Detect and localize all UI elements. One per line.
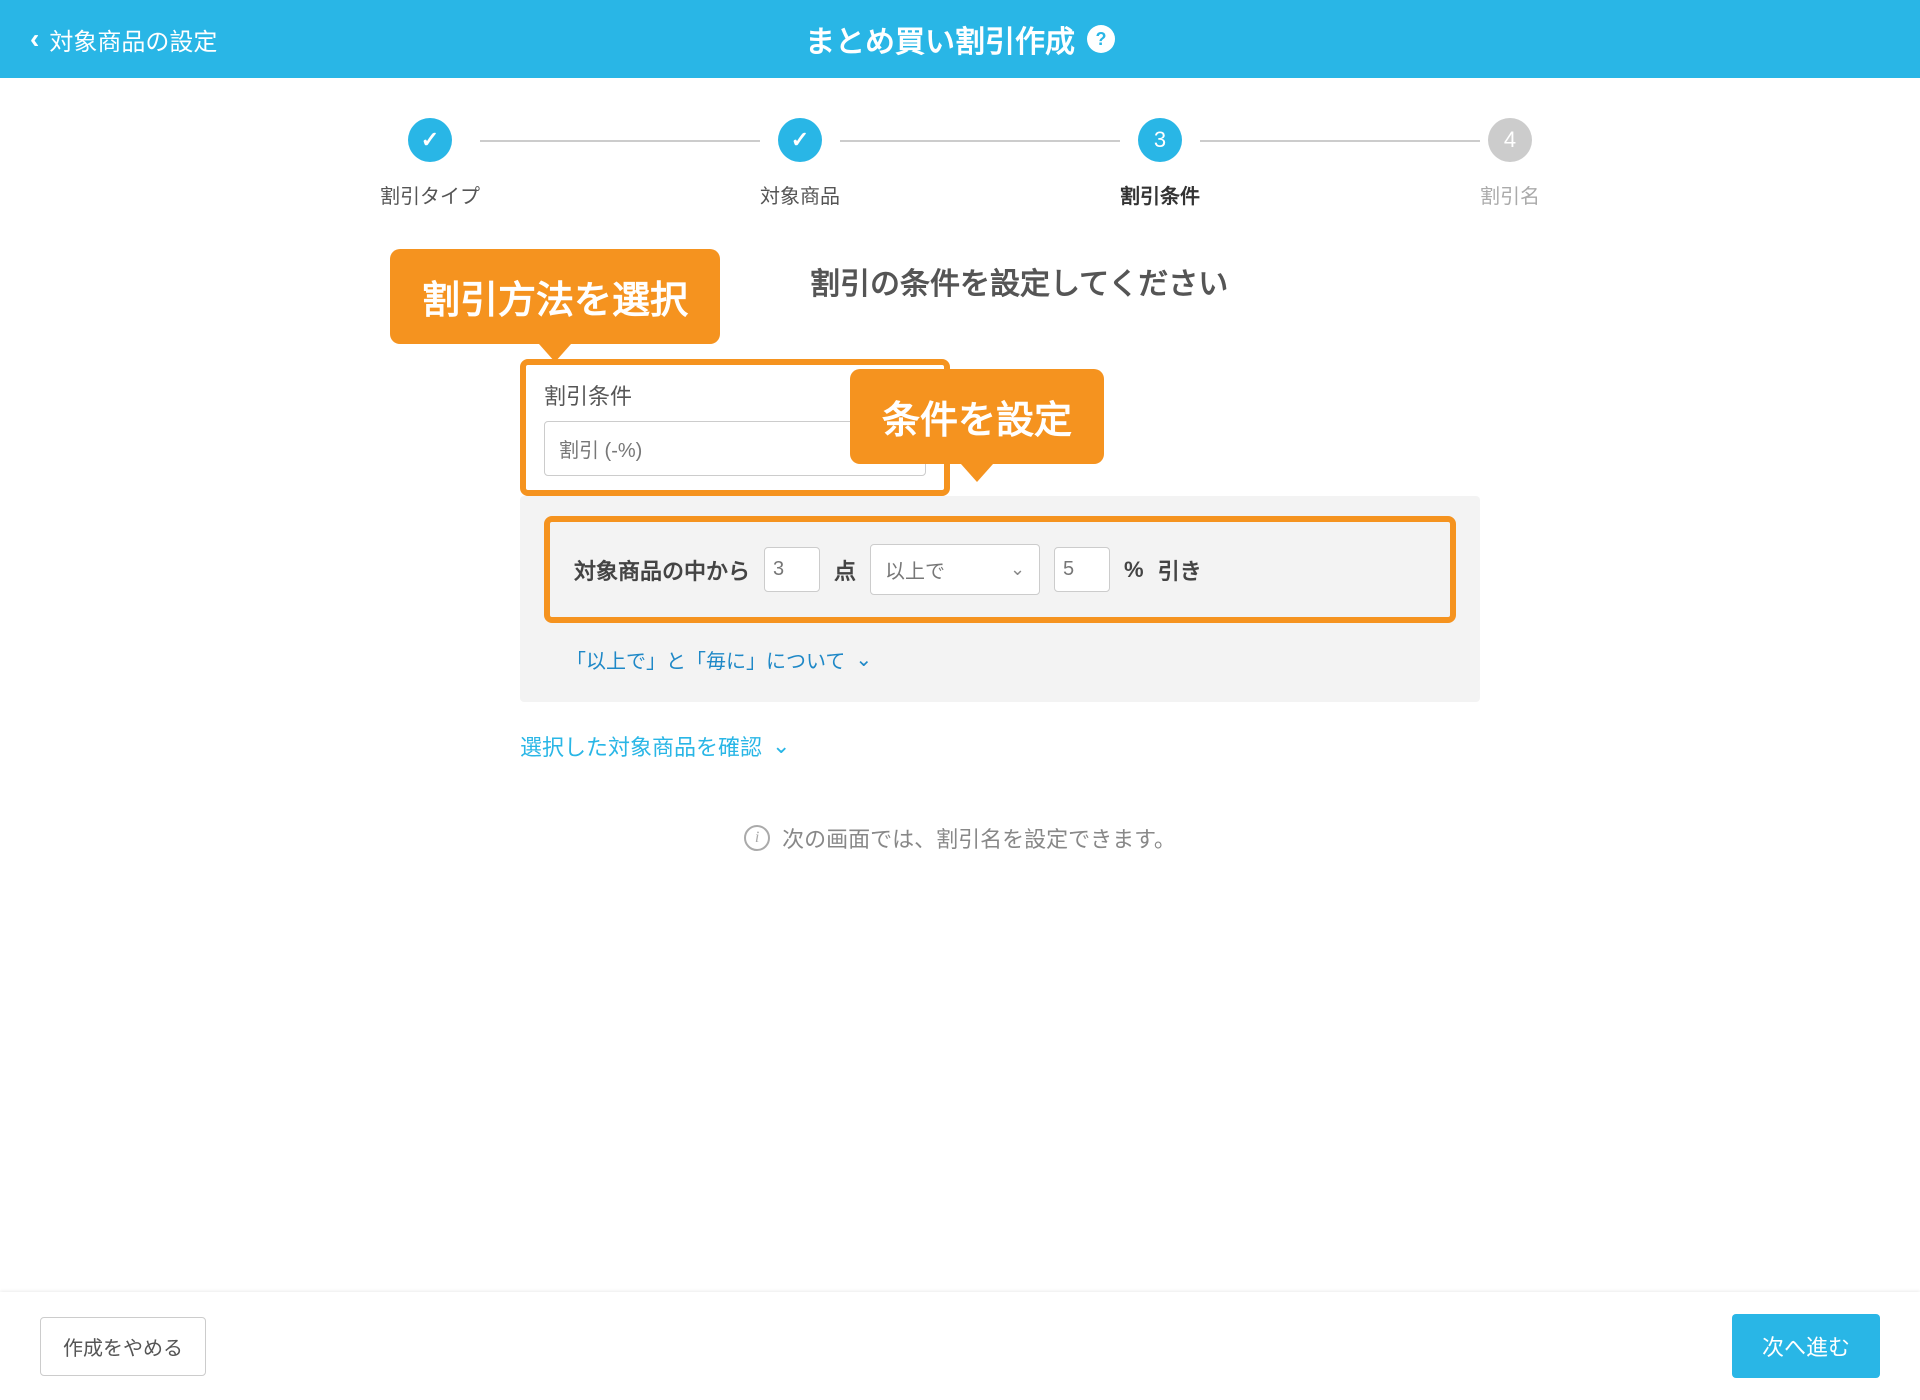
- step-number-icon: 3: [1138, 118, 1182, 162]
- app-header: ‹ 対象商品の設定 まとめ買い割引作成 ?: [0, 0, 1920, 78]
- chevron-down-icon: ⌄: [855, 647, 872, 672]
- select-value: 割引 (-%): [559, 434, 642, 463]
- qty-unit: 点: [834, 554, 856, 586]
- step-number-icon: 4: [1488, 118, 1532, 162]
- info-text: 次の画面では、割引名を設定できます。: [782, 822, 1176, 854]
- step-2: 対象商品: [760, 118, 840, 209]
- condition-panel: 対象商品の中から 点 以上で ⌄ % 引き 「以上で」と「毎に」について ⌄: [520, 496, 1480, 702]
- step-2-label: 対象商品: [760, 180, 840, 209]
- cancel-button[interactable]: 作成をやめる: [40, 1317, 206, 1376]
- pct-unit: %: [1124, 557, 1144, 583]
- check-selected-products-link[interactable]: 選択した対象商品を確認 ⌄: [520, 730, 790, 762]
- quantity-input[interactable]: [764, 547, 820, 592]
- step-1-label: 割引タイプ: [380, 180, 480, 209]
- condition-prefix: 対象商品の中から: [574, 554, 750, 586]
- select-value: 以上で: [885, 555, 945, 584]
- pointer-down-icon: [539, 344, 571, 362]
- step-1: 割引タイプ: [380, 118, 480, 209]
- condition-suffix: 引き: [1158, 554, 1202, 586]
- step-connector: [480, 140, 760, 142]
- help-icon[interactable]: ?: [1087, 25, 1115, 53]
- page-title-text: まとめ買い割引作成: [805, 17, 1075, 61]
- footer-bar: 作成をやめる 次へ進む: [0, 1292, 1920, 1400]
- step-4-label: 割引名: [1480, 180, 1540, 209]
- pointer-down-icon: [961, 464, 993, 482]
- step-connector: [1200, 140, 1480, 142]
- check-icon: [408, 118, 452, 162]
- step-3: 3 割引条件: [1120, 118, 1200, 209]
- back-label: 対象商品の設定: [49, 22, 217, 57]
- back-button[interactable]: ‹ 対象商品の設定: [30, 22, 217, 57]
- percent-input[interactable]: [1054, 547, 1110, 592]
- info-icon: i: [744, 825, 770, 851]
- page-title: まとめ買い割引作成 ?: [805, 17, 1115, 61]
- comparator-select[interactable]: 以上で ⌄: [870, 544, 1040, 595]
- callout-text: 条件を設定: [882, 400, 1072, 442]
- check-icon: [778, 118, 822, 162]
- next-button[interactable]: 次へ進む: [1732, 1314, 1880, 1378]
- section-title: 割引の条件を設定してください: [810, 259, 1480, 303]
- callout-select-method: 割引方法を選択: [390, 249, 720, 344]
- step-4: 4 割引名: [1480, 118, 1540, 209]
- chevron-down-icon: ⌄: [1010, 559, 1025, 580]
- step-3-label: 割引条件: [1120, 180, 1200, 209]
- condition-row: 対象商品の中から 点 以上で ⌄ % 引き: [544, 516, 1456, 623]
- stepper: 割引タイプ 対象商品 3 割引条件 4 割引名: [260, 78, 1660, 229]
- chevron-left-icon: ‹: [30, 23, 39, 55]
- info-row: i 次の画面では、割引名を設定できます。: [440, 822, 1480, 854]
- step-connector: [840, 140, 1120, 142]
- callout-set-condition: 条件を設定: [850, 369, 1104, 464]
- link-text: 「以上で」と「毎に」について: [566, 645, 845, 674]
- chevron-down-icon: ⌄: [772, 733, 790, 759]
- main-content: 割引方法を選択 条件を設定 割引の条件を設定してください 割引条件 割引 (-%…: [410, 259, 1510, 854]
- about-comparators-link[interactable]: 「以上で」と「毎に」について ⌄: [566, 645, 872, 674]
- callout-text: 割引方法を選択: [422, 280, 688, 322]
- link-text: 選択した対象商品を確認: [520, 730, 762, 762]
